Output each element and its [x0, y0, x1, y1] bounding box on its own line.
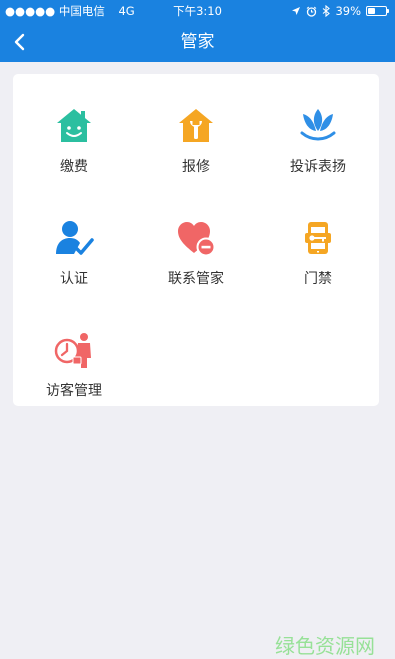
- grid-item-label: 联系管家: [168, 271, 224, 287]
- grid-item-access-control[interactable]: 门禁: [257, 196, 379, 296]
- top-bar: ●●●●● 中国电信 4G 下午3:10 39% 管家: [0, 0, 395, 62]
- grid-item-repair[interactable]: 报修: [135, 84, 257, 184]
- grid-item-label: 门禁: [304, 271, 332, 287]
- grid-item-payment[interactable]: 缴费: [13, 84, 135, 184]
- grid-item-visitor-management[interactable]: 访客管理: [13, 308, 135, 408]
- status-right: 39%: [291, 0, 389, 22]
- wrench-house-icon: [179, 109, 213, 142]
- tulip-icon: [300, 109, 336, 141]
- grid-item-feedback[interactable]: 投诉表扬: [257, 84, 379, 184]
- grid-item-label: 访客管理: [46, 383, 102, 399]
- visitor-clock-icon: [54, 333, 91, 368]
- page-title: 管家: [180, 32, 215, 52]
- grid-item-contact-steward[interactable]: 联系管家: [135, 196, 257, 296]
- grid-item-label: 报修: [182, 159, 210, 175]
- grid-item-label: 投诉表扬: [290, 159, 346, 175]
- location-arrow-icon: [292, 7, 301, 15]
- bluetooth-icon: [323, 5, 331, 17]
- verified-user-icon: [56, 221, 94, 255]
- battery-icon: [366, 6, 389, 16]
- watermark-text: 绿色资源网: [275, 634, 375, 658]
- grid-item-label: 认证: [60, 271, 88, 287]
- status-bar: ●●●●● 中国电信 4G 下午3:10 39%: [0, 0, 395, 22]
- heart-minus-icon: [178, 222, 216, 257]
- service-grid-card: 缴费 报修 投诉表扬 认证 联系管家 门禁 访客管理: [13, 74, 379, 406]
- battery-percent: 39%: [335, 4, 361, 18]
- grid-item-verification[interactable]: 认证: [13, 196, 135, 296]
- access-phone-key-icon: [305, 222, 331, 254]
- battery-fill: [368, 8, 375, 14]
- grid-item-label: 缴费: [60, 159, 88, 175]
- alarm-clock-icon: [307, 6, 317, 17]
- smiling-house-icon: [57, 109, 91, 142]
